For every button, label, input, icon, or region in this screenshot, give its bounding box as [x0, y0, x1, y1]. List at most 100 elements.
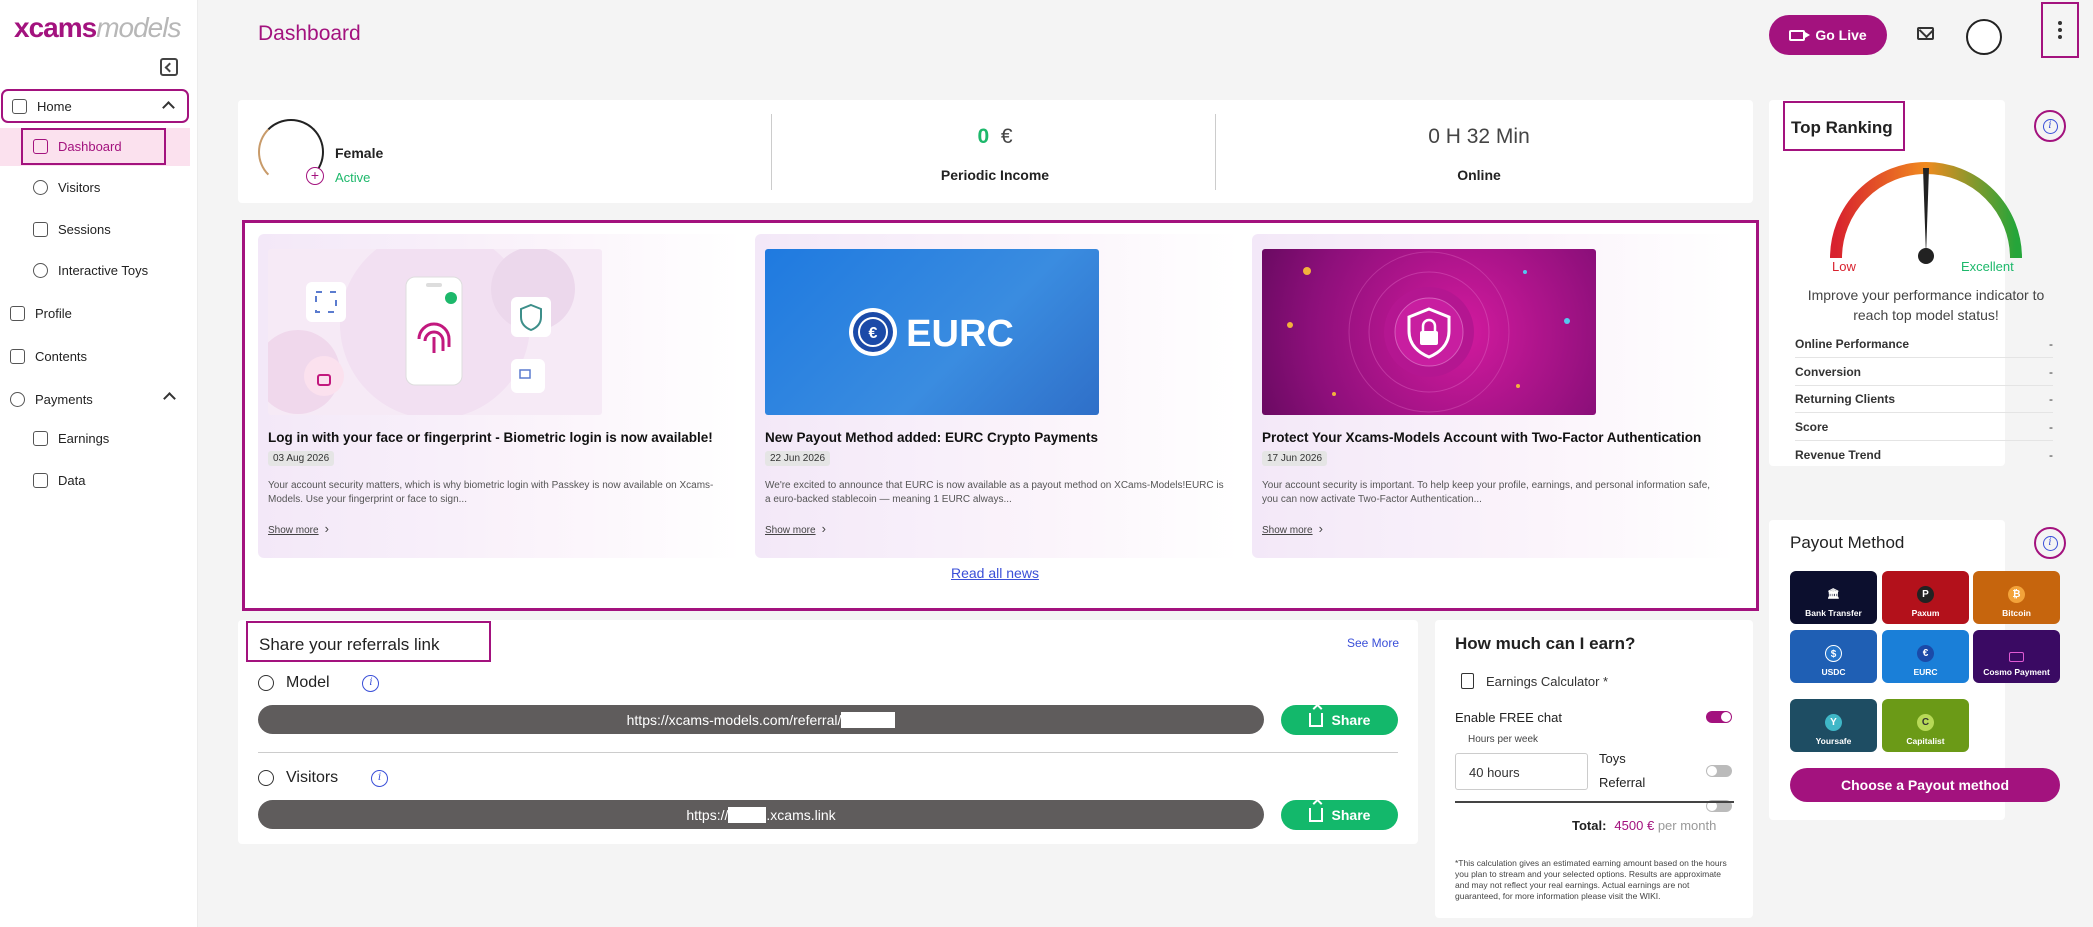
news-date: 03 Aug 2026: [268, 451, 335, 466]
mail-icon[interactable]: [1917, 27, 1934, 40]
payout-paxum[interactable]: P Paxum: [1882, 571, 1969, 624]
show-more-link[interactable]: Show more: [765, 521, 826, 536]
payout-info-icon[interactable]: i: [2034, 527, 2066, 559]
redacted-text: [841, 711, 896, 728]
chevron-up-icon[interactable]: [163, 392, 176, 405]
model-referral-url[interactable]: https://xcams-models.com/referral/: [258, 705, 1264, 734]
paxum-icon: P: [1917, 586, 1934, 603]
referral-title: Share your referrals link: [246, 621, 491, 662]
share-model-link-button[interactable]: Share: [1281, 705, 1398, 735]
visitors-referral-url[interactable]: https://.xcams.link: [258, 800, 1264, 829]
info-icon: i: [362, 674, 380, 692]
news-title[interactable]: Protect Your Xcams-Models Account with T…: [1262, 430, 1701, 445]
periodic-income-label: Periodic Income: [940, 167, 1050, 183]
divider: [1215, 114, 1216, 190]
payout-yoursafe[interactable]: Y Yoursafe: [1790, 699, 1877, 752]
usdc-icon: $: [1825, 645, 1842, 662]
capitalist-icon: C: [1917, 714, 1934, 731]
model-referral-label: Model i: [258, 674, 380, 692]
biometric-news-image[interactable]: [268, 249, 602, 415]
see-more-link[interactable]: See More: [1347, 636, 1399, 650]
eurc-image-text: EURC: [906, 313, 1014, 355]
calculator-icon: [1461, 673, 1474, 689]
sidebar: xcamsmodels Home Dashboard Visitors Sess…: [0, 0, 198, 927]
collapse-sidebar-icon[interactable]: [160, 58, 178, 76]
periodic-income-value: 0 €: [977, 125, 1013, 148]
go-live-button[interactable]: Go Live: [1769, 15, 1887, 55]
payout-eurc[interactable]: € EURC: [1882, 630, 1969, 683]
go-live-label: Go Live: [1815, 27, 1867, 43]
payout-capitalist[interactable]: C Capitalist: [1882, 699, 1969, 752]
sidebar-item-earnings[interactable]: Earnings: [33, 421, 109, 455]
metric-row: Returning Clients -: [1795, 385, 2053, 413]
estimated-total: Total: 4500 € per month: [1572, 818, 1717, 833]
hours-per-week-input[interactable]: 40 hours: [1455, 753, 1588, 790]
news-title[interactable]: Log in with your face or fingerprint - B…: [268, 430, 713, 445]
eurc-news-image[interactable]: € EURC: [765, 249, 1099, 415]
sidebar-item-interactive-toys[interactable]: Interactive Toys: [33, 253, 148, 287]
visitors-referral-label: Visitors i: [258, 769, 389, 787]
sidebar-item-label: Home: [37, 98, 72, 114]
sidebar-item-label: Profile: [35, 305, 72, 321]
brand-logo[interactable]: xcamsmodels: [14, 12, 181, 44]
news-date: 17 Jun 2026: [1262, 451, 1328, 466]
sidebar-item-data[interactable]: Data: [33, 463, 85, 497]
users-icon: [33, 179, 48, 195]
metric-row: Revenue Trend -: [1795, 448, 2053, 462]
news-date: 22 Jun 2026: [765, 451, 831, 466]
profile-status: Active: [335, 170, 371, 185]
payments-icon: [10, 391, 25, 407]
calculator-title: How much can I earn?: [1455, 634, 1636, 653]
toy-icon: [33, 262, 48, 278]
ranking-info-icon[interactable]: i: [2034, 110, 2066, 142]
toys-label: Toys: [1599, 751, 1626, 766]
sidebar-item-payments[interactable]: Payments: [10, 382, 188, 416]
performance-gauge: [1830, 162, 2022, 264]
show-more-link[interactable]: Show more: [1262, 521, 1323, 536]
user-icon: [258, 675, 274, 691]
payout-bitcoin[interactable]: ₿ Bitcoin: [1973, 571, 2060, 624]
eurc-icon: €: [1917, 645, 1934, 662]
profile-icon: [10, 305, 25, 321]
payout-bank-transfer[interactable]: 🏛 Bank Transfer: [1790, 571, 1877, 624]
sidebar-item-label: Data: [58, 472, 86, 488]
home-icon: [12, 98, 27, 114]
page-title: Dashboard: [258, 22, 361, 45]
sidebar-item-visitors[interactable]: Visitors: [33, 170, 100, 204]
read-all-news-link[interactable]: Read all news: [951, 565, 1039, 581]
share-visitors-link-button[interactable]: Share: [1281, 800, 1398, 830]
sidebar-item-sessions[interactable]: Sessions: [33, 212, 111, 246]
payout-cosmo[interactable]: Cosmo Payment: [1973, 630, 2060, 683]
contents-icon: [10, 348, 25, 364]
bitcoin-icon: ₿: [2008, 586, 2025, 603]
bank-icon: 🏛: [1827, 589, 1840, 600]
sessions-icon: [33, 221, 48, 237]
free-chat-toggle[interactable]: [1706, 711, 1732, 723]
user-avatar[interactable]: [1966, 19, 2002, 55]
add-photo-icon[interactable]: +: [306, 167, 324, 185]
share-icon: [1308, 808, 1323, 822]
two-factor-news-image[interactable]: [1262, 249, 1596, 415]
profile-summary-card: [238, 100, 1753, 203]
news-title[interactable]: New Payout Method added: EURC Crypto Pay…: [765, 430, 1098, 445]
metric-row: Conversion -: [1795, 358, 2053, 386]
gauge-low-label: Low: [1832, 259, 1856, 274]
sidebar-item-home[interactable]: Home: [1, 89, 189, 123]
info-icon: i: [371, 769, 389, 787]
free-chat-label: Enable FREE chat: [1455, 710, 1562, 725]
choose-payout-method-button[interactable]: Choose a Payout method: [1790, 768, 2060, 802]
sidebar-item-profile[interactable]: Profile: [10, 296, 72, 330]
divider: [771, 114, 772, 190]
sidebar-item-contents[interactable]: Contents: [10, 339, 87, 373]
toys-toggle[interactable]: [1706, 765, 1732, 777]
redacted-text: [728, 806, 767, 823]
payout-usdc[interactable]: $ USDC: [1790, 630, 1877, 683]
chevron-up-icon[interactable]: [162, 101, 175, 114]
earnings-icon: [33, 430, 48, 446]
online-label: Online: [1457, 167, 1501, 183]
show-more-link[interactable]: Show more: [268, 521, 329, 536]
more-options-button[interactable]: [2041, 2, 2079, 58]
sidebar-item-label: Dashboard: [58, 139, 122, 154]
sidebar-item-dashboard[interactable]: Dashboard: [21, 128, 166, 165]
yoursafe-icon: Y: [1825, 714, 1842, 731]
